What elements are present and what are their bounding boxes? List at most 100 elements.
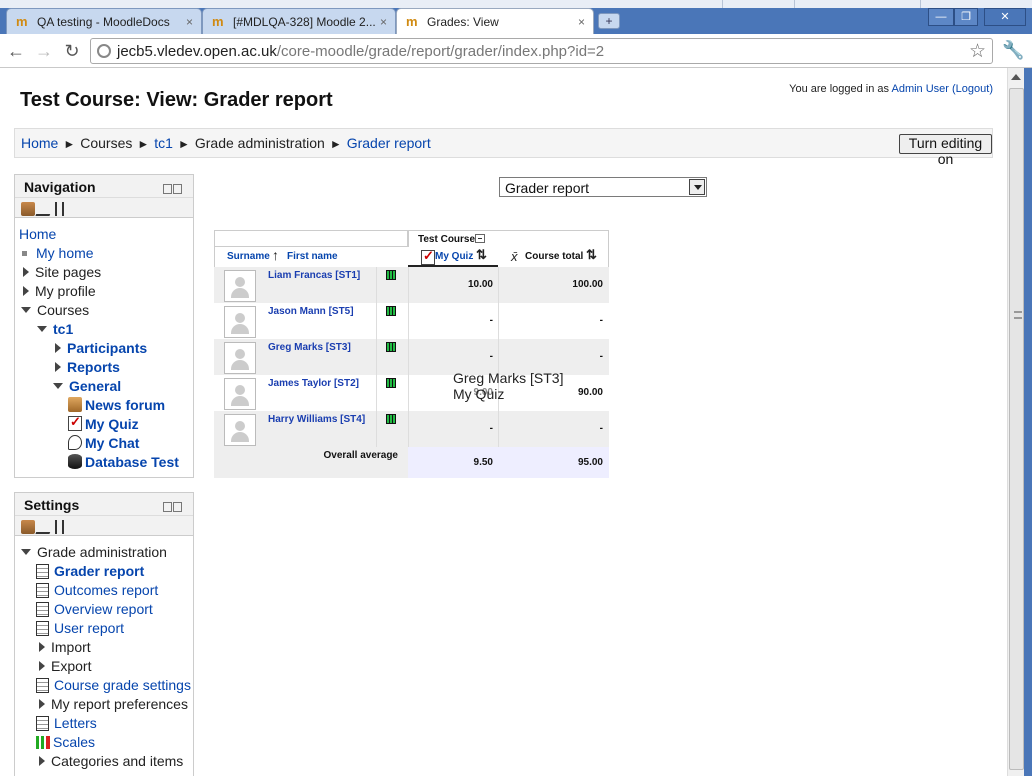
- avatar[interactable]: [224, 270, 256, 302]
- breadcrumb-home[interactable]: Home: [21, 135, 58, 151]
- avatar[interactable]: [224, 378, 256, 410]
- settings-grader-report[interactable]: Grader report: [36, 563, 144, 579]
- nav-general[interactable]: General: [53, 378, 121, 394]
- nav-tc1[interactable]: tc1: [37, 321, 73, 337]
- edit-block-icon[interactable]: [35, 201, 55, 216]
- report-icon: [36, 602, 49, 617]
- close-tab-icon[interactable]: ×: [186, 15, 193, 29]
- sort-icon[interactable]: ⇅: [586, 247, 597, 263]
- edit-block-icon[interactable]: [35, 519, 55, 534]
- login-user-link[interactable]: Admin User: [891, 83, 948, 95]
- report-icon: [36, 564, 49, 579]
- collapse-category-icon[interactable]: [475, 234, 486, 243]
- nav-reports-label: Reports: [67, 359, 120, 375]
- quiz-grade-cell[interactable]: 10.00: [408, 279, 493, 290]
- scroll-up-icon[interactable]: [1011, 74, 1021, 80]
- page-scrollbar[interactable]: [1007, 68, 1024, 776]
- sort-asc-icon[interactable]: ↑: [272, 247, 279, 263]
- close-tab-icon[interactable]: ×: [380, 15, 387, 29]
- dock-block-icon[interactable]: [163, 181, 183, 194]
- close-tab-icon[interactable]: ×: [578, 15, 585, 29]
- surname-sort-link[interactable]: Surname: [227, 251, 270, 262]
- my-quiz-header-cell: My Quiz ⇅: [408, 247, 498, 267]
- nav-site-pages[interactable]: Site pages: [23, 264, 101, 280]
- settings-import-label: Import: [51, 639, 91, 655]
- dock-block-icon[interactable]: [163, 499, 183, 512]
- move-updown-icon[interactable]: [55, 519, 64, 534]
- quiz-grade-cell[interactable]: -: [408, 423, 493, 434]
- avatar[interactable]: [224, 306, 256, 338]
- settings-outcomes-report[interactable]: Outcomes report: [36, 582, 158, 598]
- login-prefix: You are logged in as: [789, 83, 892, 95]
- user-report-grid-icon[interactable]: [386, 306, 396, 316]
- student-name-link[interactable]: Greg Marks [ST3]: [268, 342, 351, 353]
- settings-user-report[interactable]: User report: [36, 620, 124, 636]
- avatar[interactable]: [224, 342, 256, 374]
- chat-icon: [68, 435, 82, 450]
- maximize-button[interactable]: ❐: [954, 8, 978, 26]
- column-divider: [376, 267, 377, 447]
- new-tab-button[interactable]: +: [598, 13, 620, 29]
- user-report-grid-icon[interactable]: [386, 378, 396, 388]
- my-quiz-header-link[interactable]: My Quiz: [435, 251, 473, 262]
- user-report-grid-icon[interactable]: [386, 270, 396, 280]
- window-close-button[interactable]: ✕: [984, 8, 1026, 26]
- nav-database-test[interactable]: Database Test: [68, 454, 179, 470]
- nav-general-label: General: [69, 378, 122, 394]
- turn-editing-on-button[interactable]: Turn editing on: [899, 134, 992, 167]
- quiz-grade-cell[interactable]: -: [408, 315, 493, 326]
- nav-my-chat[interactable]: My Chat: [68, 435, 139, 451]
- tab-mdlqa[interactable]: m [#MDLQA-328] Moodle 2... ×: [202, 8, 396, 34]
- settings-letters[interactable]: Letters: [36, 715, 97, 731]
- user-report-grid-icon[interactable]: [386, 342, 396, 352]
- minimize-button[interactable]: —: [928, 8, 954, 26]
- student-name-link[interactable]: Jason Mann [ST5]: [268, 306, 354, 317]
- nav-my-quiz[interactable]: My Quiz: [68, 414, 139, 432]
- nav-my-home[interactable]: My home: [19, 245, 94, 261]
- first-name-sort-link[interactable]: First name: [287, 251, 338, 262]
- reload-icon[interactable]: ↻: [61, 40, 83, 62]
- student-name-link[interactable]: Harry Williams [ST4]: [268, 414, 365, 425]
- forward-arrow-icon[interactable]: →: [33, 40, 55, 62]
- move-block-icon[interactable]: [21, 201, 35, 216]
- bookmark-star-icon[interactable]: ☆: [969, 40, 986, 63]
- move-updown-icon[interactable]: [55, 201, 64, 216]
- logout-link[interactable]: (Logout): [952, 83, 993, 95]
- navigation-block-icons: [15, 198, 193, 218]
- address-bar[interactable]: jecb5.vledev.open.ac.uk/core-moodle/grad…: [90, 38, 993, 64]
- nav-home[interactable]: Home: [19, 226, 56, 242]
- breadcrumb-tc1[interactable]: tc1: [154, 135, 173, 151]
- student-name-link[interactable]: James Taylor [ST2]: [268, 378, 359, 389]
- collapse-icon: [37, 326, 47, 332]
- nav-news-forum[interactable]: News forum: [68, 397, 165, 413]
- move-block-icon[interactable]: [21, 519, 35, 534]
- quiz-grade-cell[interactable]: -: [408, 351, 493, 362]
- report-type-select[interactable]: Grader report: [499, 177, 707, 197]
- tab-grades-view[interactable]: m Grades: View ×: [396, 8, 594, 35]
- breadcrumb-grader-report[interactable]: Grader report: [347, 135, 431, 151]
- back-arrow-icon[interactable]: ←: [5, 40, 27, 62]
- student-name-link[interactable]: Liam Francas [ST1]: [268, 270, 360, 281]
- scrollbar-thumb[interactable]: [1009, 88, 1024, 770]
- settings-import[interactable]: Import: [39, 639, 91, 655]
- avatar[interactable]: [224, 414, 256, 446]
- settings-categories-items[interactable]: Categories and items: [39, 753, 183, 769]
- settings-my-report-prefs[interactable]: My report preferences: [39, 696, 188, 712]
- expand-icon: [39, 661, 45, 671]
- user-report-grid-icon[interactable]: [386, 414, 396, 424]
- nav-participants[interactable]: Participants: [55, 340, 147, 356]
- nav-courses[interactable]: Courses: [21, 302, 89, 318]
- nav-my-profile[interactable]: My profile: [23, 283, 96, 299]
- settings-scales[interactable]: Scales: [36, 734, 95, 750]
- settings-overview-report[interactable]: Overview report: [36, 601, 153, 617]
- chevron-down-icon[interactable]: [689, 179, 705, 195]
- settings-user-report-label: User report: [54, 620, 125, 636]
- sort-icon[interactable]: ⇅: [476, 247, 487, 263]
- nav-reports[interactable]: Reports: [55, 359, 120, 375]
- settings-grade-admin[interactable]: Grade administration: [21, 544, 167, 560]
- tab-qa-testing[interactable]: m QA testing - MoodleDocs ×: [6, 8, 202, 34]
- nav-database-test-label: Database Test: [85, 454, 179, 470]
- settings-course-grade-settings[interactable]: Course grade settings: [36, 677, 191, 693]
- wrench-menu-icon[interactable]: 🔧: [1002, 40, 1024, 61]
- settings-export[interactable]: Export: [39, 658, 91, 674]
